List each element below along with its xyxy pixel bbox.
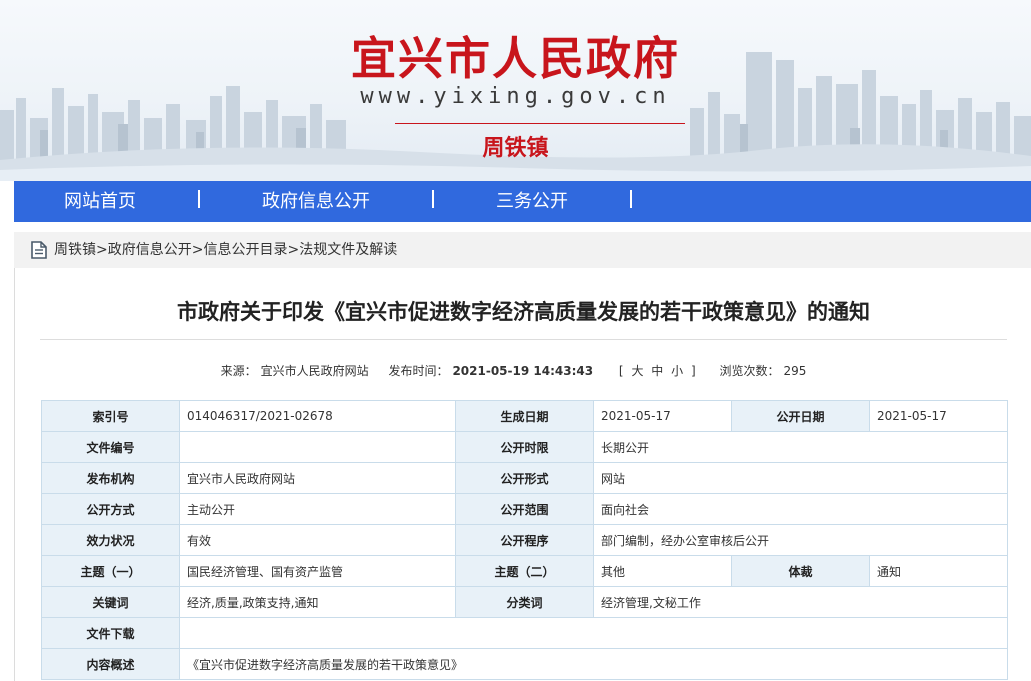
font-size-bracket-close: ] (690, 364, 696, 378)
table-row: 主题（一） 国民经济管理、国有资产监管 主题（二） 其他 体裁 通知 (41, 555, 1008, 587)
table-row: 关键词 经济,质量,政策支持,通知 分类词 经济管理,文秘工作 (41, 586, 1008, 618)
site-banner: 宜兴市人民政府 www.yixing.gov.cn 周铁镇 (0, 0, 1031, 181)
article-meta: 来源： 宜兴市人民政府网站 发布时间： 2021-05-19 14:43:43 [ … (0, 362, 1031, 379)
disclosure-period-label: 公开时限 (455, 431, 594, 463)
disclosure-method-value: 主动公开 (179, 493, 456, 525)
publishing-agency-label: 发布机构 (41, 462, 180, 494)
table-row: 索引号 014046317/2021-02678 生成日期 2021-05-17… (41, 400, 1008, 432)
disclosure-procedure-label: 公开程序 (455, 524, 594, 556)
document-icon (31, 241, 47, 263)
document-info-table: 索引号 014046317/2021-02678 生成日期 2021-05-17… (41, 400, 1008, 680)
table-row: 文件下载 (41, 617, 1008, 649)
town-name: 周铁镇 (482, 136, 549, 161)
table-row: 公开方式 主动公开 公开范围 面向社会 (41, 493, 1008, 525)
source-value: 宜兴市人民政府网站 (260, 364, 369, 378)
content-summary-value: 《宜兴市促进数字经济高质量发展的若干政策意见》 (179, 648, 1008, 680)
main-nav: 网站首页 政府信息公开 三务公开 (14, 181, 1031, 222)
nav-separator (432, 190, 434, 208)
publish-time-label: 发布时间： (388, 364, 449, 378)
font-size-bracket-open: [ (618, 364, 624, 378)
category-label: 分类词 (455, 586, 594, 618)
keywords-label: 关键词 (41, 586, 180, 618)
breadcrumb-regulations[interactable]: 法规文件及解读 (299, 242, 397, 258)
breadcrumb-gov-info[interactable]: 政府信息公开 (108, 242, 192, 258)
publication-date-value: 2021-05-17 (869, 400, 1008, 432)
disclosure-period-value: 长期公开 (593, 431, 1008, 463)
views-label: 浏览次数： (719, 364, 780, 378)
topic-two-value: 其他 (593, 555, 732, 587)
generation-date-label: 生成日期 (455, 400, 594, 432)
disclosure-procedure-value: 部门编制，经办公室审核后公开 (593, 524, 1008, 556)
table-row: 发布机构 宜兴市人民政府网站 公开形式 网站 (41, 462, 1008, 494)
nav-item-gov-info[interactable]: 政府信息公开 (246, 181, 386, 222)
file-download-label: 文件下载 (41, 617, 180, 649)
disclosure-form-value: 网站 (593, 462, 1008, 494)
font-size-medium-button[interactable]: 中 (651, 364, 663, 378)
table-row: 效力状况 有效 公开程序 部门编制，经办公室审核后公开 (41, 524, 1008, 556)
topic-two-label: 主题（二） (455, 555, 594, 587)
keywords-value: 经济,质量,政策支持,通知 (179, 586, 456, 618)
document-number-value (179, 431, 456, 463)
disclosure-form-label: 公开形式 (455, 462, 594, 494)
site-title: 宜兴市人民政府 (350, 32, 680, 85)
content-summary-label: 内容概述 (41, 648, 180, 680)
nav-item-home[interactable]: 网站首页 (44, 181, 156, 222)
validity-value: 有效 (179, 524, 456, 556)
publish-time-value: 2021-05-19 14:43:43 (452, 364, 594, 378)
document-number-label: 文件编号 (41, 431, 180, 463)
genre-value: 通知 (869, 555, 1008, 587)
breadcrumb: 周铁镇>政府信息公开>信息公开目录>法规文件及解读 (14, 232, 1031, 268)
table-row: 内容概述 《宜兴市促进数字经济高质量发展的若干政策意见》 (41, 648, 1008, 680)
publication-date-label: 公开日期 (731, 400, 870, 432)
breadcrumb-separator: > (287, 242, 300, 258)
disclosure-method-label: 公开方式 (41, 493, 180, 525)
disclosure-scope-value: 面向社会 (593, 493, 1008, 525)
validity-label: 效力状况 (41, 524, 180, 556)
site-url: www.yixing.gov.cn (360, 84, 671, 109)
breadcrumb-separator: > (96, 242, 108, 258)
generation-date-value: 2021-05-17 (593, 400, 732, 432)
table-row: 文件编号 公开时限 长期公开 (41, 431, 1008, 463)
publishing-agency-value: 宜兴市人民政府网站 (179, 462, 456, 494)
article-title: 市政府关于印发《宜兴市促进数字经济高质量发展的若干政策意见》的通知 (177, 300, 870, 324)
breadcrumb-catalog[interactable]: 信息公开目录 (203, 242, 287, 258)
file-download-value[interactable] (179, 617, 1008, 649)
source-label: 来源： (220, 364, 257, 378)
index-number-label: 索引号 (41, 400, 180, 432)
font-size-small-button[interactable]: 小 (671, 364, 683, 378)
title-divider (395, 123, 685, 124)
topic-one-label: 主题（一） (41, 555, 180, 587)
nav-separator (198, 190, 200, 208)
genre-label: 体裁 (731, 555, 870, 587)
index-number-value: 014046317/2021-02678 (179, 400, 456, 432)
nav-item-affairs[interactable]: 三务公开 (480, 181, 584, 222)
category-value: 经济管理,文秘工作 (593, 586, 1008, 618)
disclosure-scope-label: 公开范围 (455, 493, 594, 525)
breadcrumb-town[interactable]: 周铁镇 (54, 242, 96, 258)
views-count: 295 (783, 364, 807, 378)
breadcrumb-separator: > (191, 242, 204, 258)
title-divider-line (40, 339, 1007, 340)
nav-separator (630, 190, 632, 208)
topic-one-value: 国民经济管理、国有资产监管 (179, 555, 456, 587)
font-size-large-button[interactable]: 大 (631, 364, 643, 378)
